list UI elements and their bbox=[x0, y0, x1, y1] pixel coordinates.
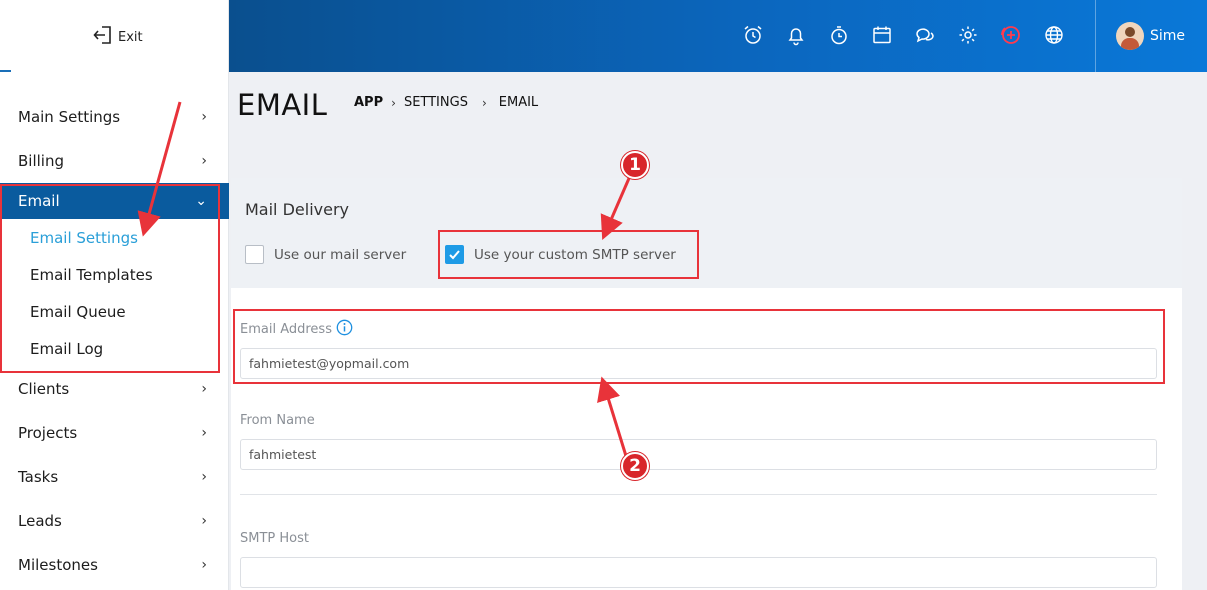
sidebar-item-email[interactable]: Email ⌄ bbox=[0, 183, 229, 219]
chevron-right-icon: › bbox=[201, 469, 207, 485]
check-icon bbox=[449, 250, 460, 260]
email-address-input[interactable] bbox=[240, 348, 1157, 379]
smtp-host-input[interactable] bbox=[240, 557, 1157, 588]
sidebar-item-milestones[interactable]: Milestones › bbox=[0, 543, 229, 587]
sidebar-item-billing[interactable]: Billing › bbox=[0, 139, 229, 183]
user-menu[interactable]: Sime bbox=[1116, 22, 1185, 50]
sidebar-item-clients[interactable]: Clients › bbox=[0, 367, 229, 411]
gear-icon[interactable] bbox=[955, 22, 981, 48]
section-divider bbox=[240, 494, 1157, 495]
info-icon[interactable] bbox=[336, 319, 353, 340]
chat-icon[interactable] bbox=[912, 22, 938, 48]
option-our-mail-server[interactable]: Use our mail server bbox=[245, 245, 406, 264]
sidebar-menu: Main Settings › Billing › Email ⌄ Email … bbox=[0, 95, 229, 587]
sidebar-item-leads[interactable]: Leads › bbox=[0, 499, 229, 543]
chevron-right-icon: › bbox=[201, 109, 207, 125]
submenu-item-email-log[interactable]: Email Log bbox=[0, 330, 229, 367]
chevron-right-icon: › bbox=[201, 425, 207, 441]
timer-icon[interactable] bbox=[826, 22, 852, 48]
submenu-item-email-settings[interactable]: Email Settings bbox=[0, 219, 229, 256]
exit-button[interactable]: Exit bbox=[92, 24, 143, 50]
mail-delivery-title: Mail Delivery bbox=[245, 200, 349, 219]
alarm-icon[interactable] bbox=[740, 22, 766, 48]
annotation-badge-2: 2 bbox=[621, 452, 649, 480]
sidebar-item-label: Billing bbox=[18, 152, 64, 170]
submenu-item-email-templates[interactable]: Email Templates bbox=[0, 256, 229, 293]
email-address-label: Email Address bbox=[240, 319, 353, 340]
globe-icon[interactable] bbox=[1041, 22, 1067, 48]
bell-icon[interactable] bbox=[783, 22, 809, 48]
sidebar-item-label: Milestones bbox=[18, 556, 98, 574]
from-name-input[interactable] bbox=[240, 439, 1157, 470]
top-bar: Sime bbox=[229, 0, 1207, 72]
sidebar-item-label: Leads bbox=[18, 512, 62, 530]
sidebar-item-projects[interactable]: Projects › bbox=[0, 411, 229, 455]
annotation-badge-1: 1 bbox=[621, 151, 649, 179]
chevron-down-icon: ⌄ bbox=[195, 193, 207, 209]
exit-label: Exit bbox=[118, 29, 143, 45]
chevron-right-icon: › bbox=[201, 557, 207, 573]
calendar-icon[interactable] bbox=[869, 22, 895, 48]
option-custom-smtp[interactable]: Use your custom SMTP server bbox=[445, 245, 676, 264]
submenu-item-email-queue[interactable]: Email Queue bbox=[0, 293, 229, 330]
email-address-label-text: Email Address bbox=[240, 322, 332, 337]
sidebar-item-label: Tasks bbox=[18, 468, 59, 486]
sidebar-item-label: Email bbox=[18, 192, 60, 210]
option-custom-smtp-label: Use your custom SMTP server bbox=[474, 246, 676, 263]
chevron-right-icon: › bbox=[201, 381, 207, 397]
sidebar-accent bbox=[0, 70, 11, 72]
breadcrumb-email: EMAIL bbox=[498, 95, 539, 110]
email-submenu: Email Settings Email Templates Email Que… bbox=[0, 219, 229, 367]
top-bar-icons bbox=[740, 22, 1067, 48]
chevron-right-icon: › bbox=[481, 95, 487, 110]
sidebar-item-label: Clients bbox=[18, 380, 70, 398]
chevron-right-icon: › bbox=[391, 95, 396, 110]
from-name-label: From Name bbox=[240, 413, 315, 428]
sidebar-item-label: Main Settings bbox=[18, 108, 121, 126]
smtp-host-label: SMTP Host bbox=[240, 531, 309, 546]
email-settings-card: Mail Delivery Use our mail server Use yo… bbox=[231, 178, 1182, 590]
page-title: EMAIL bbox=[237, 88, 328, 122]
sidebar-item-tasks[interactable]: Tasks › bbox=[0, 455, 229, 499]
mail-delivery-section: Mail Delivery Use our mail server Use yo… bbox=[231, 178, 1182, 288]
sidebar-item-main-settings[interactable]: Main Settings › bbox=[0, 95, 229, 139]
breadcrumb-settings[interactable]: SETTINGS bbox=[404, 95, 468, 110]
sidebar-item-label: Projects bbox=[18, 424, 78, 442]
checkbox-custom-smtp[interactable] bbox=[445, 245, 464, 264]
sidebar: Exit Main Settings › Billing › Email ⌄ E… bbox=[0, 0, 229, 590]
avatar bbox=[1116, 22, 1144, 50]
chevron-right-icon: › bbox=[201, 513, 207, 529]
checkbox-our-mail-server[interactable] bbox=[245, 245, 264, 264]
breadcrumb-app[interactable]: APP bbox=[354, 95, 383, 110]
add-circle-icon[interactable] bbox=[998, 22, 1024, 48]
option-our-mail-server-label: Use our mail server bbox=[274, 246, 407, 263]
top-bar-divider bbox=[1095, 0, 1096, 72]
chevron-right-icon: › bbox=[201, 153, 207, 169]
exit-icon bbox=[92, 24, 114, 50]
breadcrumb: APP › SETTINGS › EMAIL bbox=[354, 95, 538, 110]
user-name: Sime bbox=[1150, 28, 1186, 44]
